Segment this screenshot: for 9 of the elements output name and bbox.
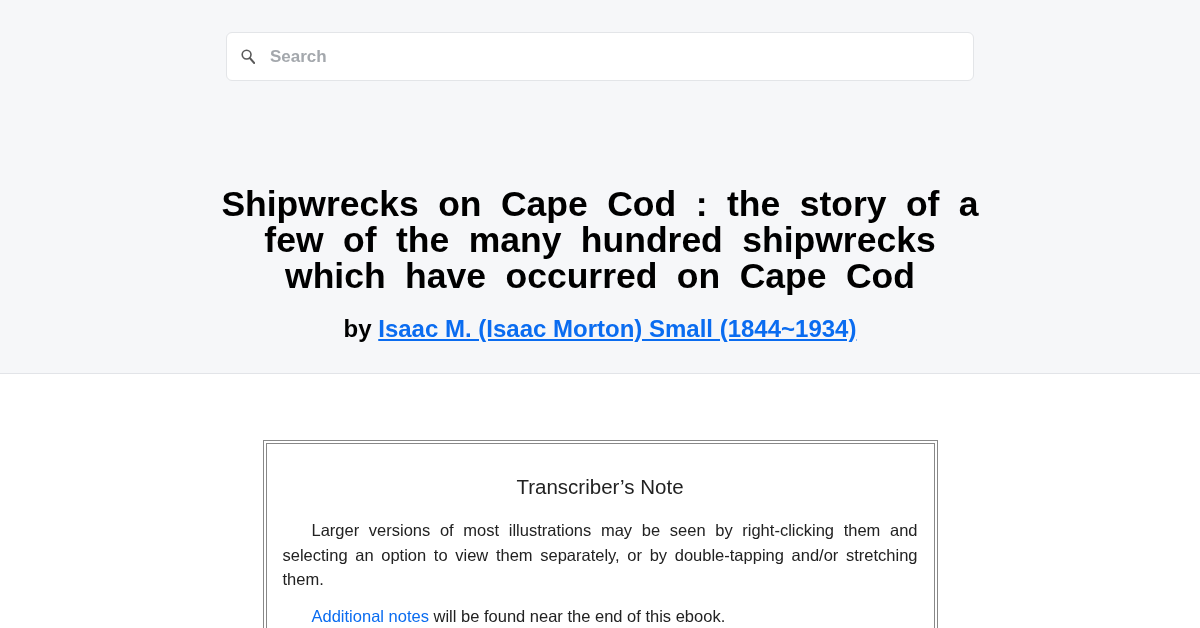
note-paragraph: Additional notes will be found near the end of this ebook. xyxy=(310,605,727,627)
note-paragraph: Larger versions of most illustrations may be seen by right-clicking them and selecting an option to view them separately, or by double-tapping and/or stretching them. xyxy=(282,520,918,590)
author-link[interactable]: Isaac M. (Isaac Morton) Small (1844~1934) xyxy=(378,315,857,342)
author-byline: by Isaac M. (Isaac Morton) Small (1844~1934) xyxy=(342,314,858,343)
book-title: Shipwrecks on Cape Cod : the story of a few of the many hundred shipwrecks which have occurred on Cape Cod xyxy=(220,186,980,294)
notes-link[interactable]: Additional notes xyxy=(311,606,429,625)
search-field[interactable]: Search xyxy=(226,32,974,81)
search-icon xyxy=(241,49,255,64)
note-heading: Transcriber’s Note xyxy=(515,474,685,499)
